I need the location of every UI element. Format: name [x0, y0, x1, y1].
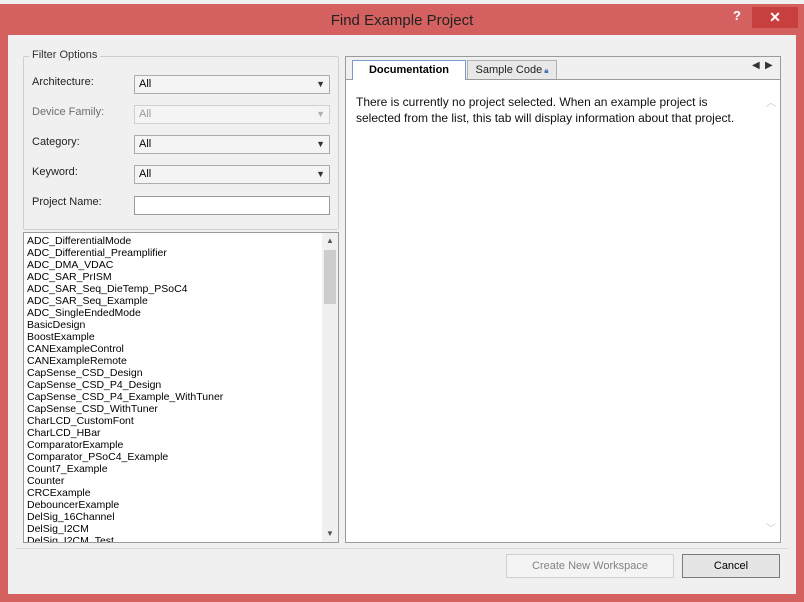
project-list-scrollbar[interactable]: ▲ ▼ — [322, 233, 338, 542]
chevron-down-icon: ▼ — [316, 79, 325, 89]
tab-documentation-label: Documentation — [368, 64, 450, 76]
list-item[interactable]: DebouncerExample — [27, 499, 317, 511]
project-name-label: Project Name: — [32, 196, 102, 208]
architecture-value: All — [139, 78, 152, 90]
tab-documentation[interactable]: Documentation — [352, 60, 466, 80]
list-item[interactable]: CharLCD_CustomFont — [27, 415, 317, 427]
category-value: All — [139, 138, 152, 150]
cancel-button[interactable]: Cancel — [682, 554, 780, 578]
lock-icon: 🔒︎ — [544, 66, 549, 75]
example-project-list[interactable]: ADC_DifferentialMode ADC_Differential_Pre… — [23, 232, 339, 543]
project-name-input[interactable] — [134, 196, 330, 215]
tab-sample-code[interactable]: Sample Code 🔒︎ — [467, 60, 557, 79]
architecture-select[interactable]: All ▼ — [134, 75, 330, 94]
list-item[interactable]: Count7_Example — [27, 463, 317, 475]
list-item[interactable]: ADC_SAR_PrISM — [27, 271, 317, 283]
list-item[interactable]: ADC_DMA_VDAC — [27, 259, 317, 271]
doc-scroll-up-icon[interactable]: ︿ — [764, 94, 778, 109]
keyword-label: Keyword: — [32, 166, 78, 178]
chevron-down-icon: ▼ — [316, 139, 325, 149]
tab-scroll-left-icon[interactable]: ◀ — [752, 60, 760, 71]
list-item[interactable]: DelSig_I2CM_Test — [27, 535, 317, 542]
project-list-items: ADC_DifferentialMode ADC_Differential_Pre… — [27, 235, 317, 542]
documentation-text: There is currently no project selected. … — [356, 95, 735, 125]
list-item[interactable]: CapSense_CSD_P4_Example_WithTuner — [27, 391, 317, 403]
keyword-select[interactable]: All ▼ — [134, 165, 330, 184]
list-item[interactable]: ADC_Differential_Preamplifier — [27, 247, 317, 259]
category-select[interactable]: All ▼ — [134, 135, 330, 154]
list-item[interactable]: ADC_DifferentialMode — [27, 235, 317, 247]
list-item[interactable]: CANExampleControl — [27, 343, 317, 355]
list-item[interactable]: BasicDesign — [27, 319, 317, 331]
list-item[interactable]: CharLCD_HBar — [27, 427, 317, 439]
list-item[interactable]: Counter — [27, 475, 317, 487]
doc-scroll-down-icon[interactable]: ﹀ — [764, 520, 778, 535]
list-item[interactable]: BoostExample — [27, 331, 317, 343]
project-info-tabs: Documentation Sample Code 🔒︎ ◀ ▶ There is… — [345, 56, 781, 543]
list-item[interactable]: Comparator_PSoC4_Example — [27, 451, 317, 463]
list-item[interactable]: DelSig_I2CM — [27, 523, 317, 535]
title-bar[interactable]: Find Example Project ? ✕ — [0, 4, 804, 36]
tab-scroll-right-icon[interactable]: ▶ — [765, 60, 773, 71]
footer-separator — [16, 548, 788, 549]
list-item[interactable]: CapSense_CSD_WithTuner — [27, 403, 317, 415]
keyword-value: All — [139, 168, 152, 180]
architecture-label: Architecture: — [32, 76, 94, 88]
list-item[interactable]: ADC_SAR_Seq_DieTemp_PSoC4 — [27, 283, 317, 295]
documentation-pane: There is currently no project selected. … — [346, 80, 780, 542]
help-button[interactable]: ? — [726, 7, 748, 27]
list-item[interactable]: ComparatorExample — [27, 439, 317, 451]
scroll-up-icon[interactable]: ▲ — [322, 233, 338, 249]
scroll-thumb[interactable] — [324, 250, 336, 304]
chevron-down-icon: ▼ — [316, 109, 325, 119]
list-item[interactable]: CANExampleRemote — [27, 355, 317, 367]
device-family-label: Device Family: — [32, 106, 105, 118]
close-button[interactable]: ✕ — [752, 7, 798, 28]
list-item[interactable]: CRCExample — [27, 487, 317, 499]
create-new-workspace-button: Create New Workspace — [506, 554, 674, 578]
list-item[interactable]: DelSig_16Channel — [27, 511, 317, 523]
device-family-select: All ▼ — [134, 105, 330, 124]
filter-options-legend: Filter Options — [29, 49, 101, 61]
scroll-down-icon[interactable]: ▼ — [322, 526, 338, 542]
tab-strip: Documentation Sample Code 🔒︎ ◀ ▶ — [346, 57, 780, 80]
tab-sample-code-label: Sample Code — [475, 64, 543, 76]
filter-options-group: Filter Options Architecture: All ▼ Devic… — [23, 49, 339, 230]
find-example-dialog: Find Example Project ? ✕ Filter Options … — [0, 4, 804, 602]
device-family-value: All — [139, 108, 152, 120]
chevron-down-icon: ▼ — [316, 169, 325, 179]
dialog-title: Find Example Project — [330, 12, 474, 29]
list-item[interactable]: ADC_SingleEndedMode — [27, 307, 317, 319]
category-label: Category: — [32, 136, 80, 148]
list-item[interactable]: ADC_SAR_Seq_Example — [27, 295, 317, 307]
dialog-client-area: Filter Options Architecture: All ▼ Devic… — [8, 35, 796, 594]
list-item[interactable]: CapSense_CSD_P4_Design — [27, 379, 317, 391]
list-item[interactable]: CapSense_CSD_Design — [27, 367, 317, 379]
